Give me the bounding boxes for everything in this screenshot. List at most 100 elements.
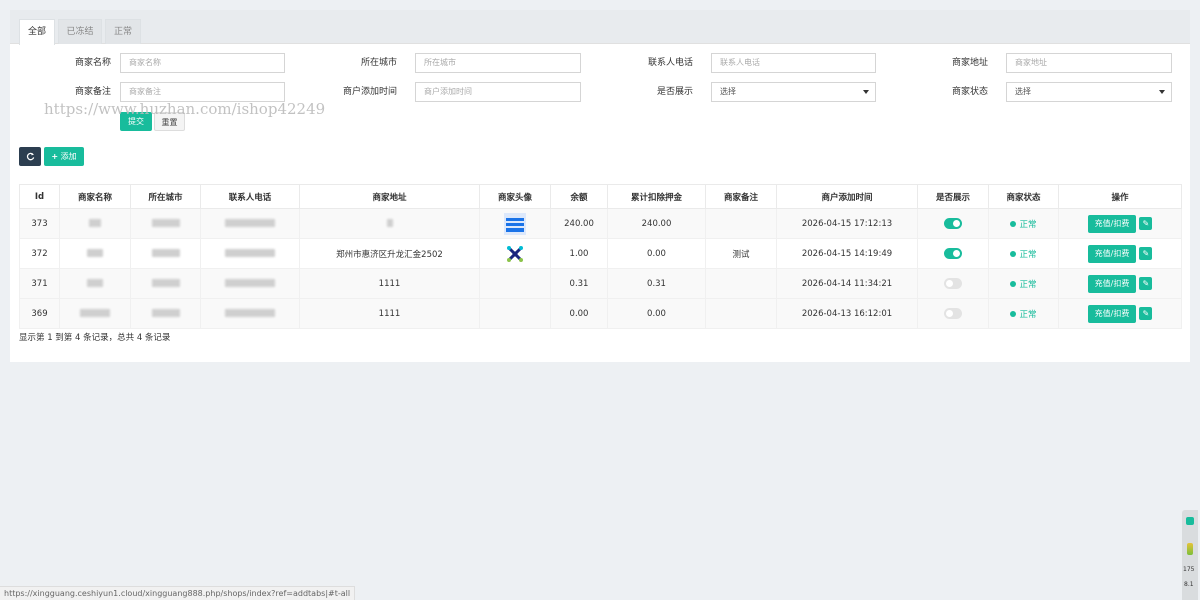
main-panel: 全部 已冻结 正常 商家名称 商家名称 所在城市 所在城市 联系人电话 联系人电… — [10, 10, 1190, 362]
redacted-text — [225, 249, 275, 257]
col-header-deducted[interactable]: 累计扣除押金 — [607, 184, 706, 209]
cell-created: 2026-04-14 11:34:21 — [776, 268, 918, 299]
col-header-phone[interactable]: 联系人电话 — [200, 184, 300, 209]
cell-balance: 0.00 — [550, 298, 608, 329]
filter-label-city: 所在城市 — [360, 58, 397, 68]
status-select[interactable]: 选择 — [1006, 82, 1172, 102]
filter-label-address: 商家地址 — [951, 58, 988, 68]
col-header-merchant-name[interactable]: 商家名称 — [59, 184, 131, 209]
show-toggle[interactable] — [944, 278, 962, 289]
show-toggle[interactable] — [944, 308, 962, 319]
shield-icon — [1186, 517, 1194, 525]
created-time-input[interactable]: 商户添加时间 — [415, 82, 581, 102]
recharge-button[interactable]: 充值/扣费 — [1087, 274, 1137, 293]
redacted-text — [151, 219, 180, 227]
cell-avatar — [479, 208, 551, 239]
avatar[interactable] — [504, 243, 526, 265]
table-row: 369 1111 0.00 0.00 2026-04-13 16:12:01 正… — [19, 298, 1182, 329]
phone-input[interactable]: 联系人电话 — [711, 53, 876, 73]
show-select[interactable]: 选择 — [711, 82, 876, 102]
cell-show — [917, 208, 989, 239]
edit-icon[interactable]: ✎ — [1139, 277, 1153, 290]
cell-created: 2026-04-15 17:12:13 — [776, 208, 918, 239]
redacted-text — [386, 219, 393, 227]
merchant-name-input[interactable]: 商家名称 — [120, 53, 285, 73]
filter-label-status: 商家状态 — [951, 87, 988, 97]
cell-city — [130, 268, 201, 299]
cell-status: 正常 — [988, 268, 1059, 299]
cell-remark — [705, 298, 777, 329]
tab-frozen[interactable]: 已冻结 — [58, 19, 102, 44]
col-header-status[interactable]: 商家状态 — [988, 184, 1059, 209]
cell-phone — [200, 238, 300, 269]
col-header-avatar[interactable]: 商家头像 — [479, 184, 551, 209]
filter-label-phone: 联系人电话 — [647, 58, 693, 68]
cell-actions: 充值/扣费 ✎ — [1058, 268, 1182, 299]
avatar[interactable] — [504, 212, 526, 235]
refresh-button[interactable] — [19, 147, 41, 166]
cell-phone — [200, 208, 300, 239]
add-button-label: 添加 — [60, 152, 77, 161]
cell-merchant-name — [59, 268, 131, 299]
cell-actions: 充值/扣费 ✎ — [1058, 298, 1182, 329]
col-header-address[interactable]: 商家地址 — [299, 184, 480, 209]
city-input[interactable]: 所在城市 — [415, 53, 581, 73]
plus-icon: + — [51, 152, 59, 161]
cell-created: 2026-04-15 14:19:49 — [776, 238, 918, 269]
cell-merchant-name — [59, 208, 131, 239]
cell-merchant-name — [59, 238, 131, 269]
cell-show — [917, 238, 989, 269]
recharge-button[interactable]: 充值/扣费 — [1087, 304, 1137, 323]
show-toggle[interactable] — [944, 218, 962, 229]
edit-icon[interactable]: ✎ — [1139, 307, 1153, 320]
tab-all[interactable]: 全部 — [19, 19, 55, 45]
merchant-avatar-image — [504, 212, 526, 235]
cell-deducted: 0.31 — [607, 268, 706, 299]
cell-created: 2026-04-13 16:12:01 — [776, 298, 918, 329]
col-header-created[interactable]: 商户添加时间 — [776, 184, 918, 209]
status-badge: 正常 — [1010, 220, 1037, 230]
redacted-text — [151, 279, 180, 287]
cell-status: 正常 — [988, 208, 1059, 239]
cell-remark — [705, 268, 777, 299]
cell-status: 正常 — [988, 238, 1059, 269]
cell-city — [130, 208, 201, 239]
chevron-down-icon — [863, 90, 869, 94]
remark-input[interactable]: 商家备注 — [120, 82, 285, 102]
redacted-text — [87, 249, 103, 257]
col-header-balance[interactable]: 余额 — [550, 184, 608, 209]
table-row: 371 1111 0.31 0.31 2026-04-14 11:34:21 正… — [19, 268, 1182, 299]
table-header-row: Id 商家名称 所在城市 联系人电话 商家地址 商家头像 余额 累计扣除押金 商… — [19, 184, 1182, 209]
edit-icon[interactable]: ✎ — [1139, 247, 1153, 260]
filter-label-merchant-name: 商家名称 — [74, 58, 111, 68]
edit-icon[interactable]: ✎ — [1139, 217, 1153, 230]
recharge-button[interactable]: 充值/扣费 — [1087, 214, 1137, 233]
status-badge: 正常 — [1010, 250, 1037, 260]
cell-avatar — [479, 238, 551, 269]
col-header-show[interactable]: 是否展示 — [917, 184, 989, 209]
cell-avatar — [479, 298, 551, 329]
status-dot-icon — [1010, 281, 1017, 287]
col-header-id[interactable]: Id — [19, 184, 60, 209]
cell-address: 1111 — [299, 268, 480, 299]
cell-actions: 充值/扣费 ✎ — [1058, 238, 1182, 269]
cell-id: 372 — [19, 238, 60, 269]
cell-deducted: 240.00 — [607, 208, 706, 239]
cell-id: 369 — [19, 298, 60, 329]
show-toggle[interactable] — [944, 248, 962, 259]
cell-balance: 240.00 — [550, 208, 608, 239]
col-header-city[interactable]: 所在城市 — [130, 184, 201, 209]
watermark: https://www.huzhan.com/ishop42249 — [44, 100, 326, 118]
cell-deducted: 0.00 — [607, 298, 706, 329]
side-widget-value-1: 175 — [1183, 566, 1195, 573]
cell-actions: 充值/扣费 ✎ — [1058, 208, 1182, 239]
side-widget[interactable]: 175 8.1 — [1182, 510, 1198, 600]
recharge-button[interactable]: 充值/扣费 — [1087, 244, 1137, 263]
col-header-remark[interactable]: 商家备注 — [705, 184, 777, 209]
tab-normal[interactable]: 正常 — [105, 19, 141, 44]
refresh-icon — [26, 152, 34, 161]
add-button[interactable]: + 添加 — [44, 147, 84, 166]
cell-phone — [200, 298, 300, 329]
redacted-text — [225, 219, 275, 227]
address-input[interactable]: 商家地址 — [1006, 53, 1172, 73]
